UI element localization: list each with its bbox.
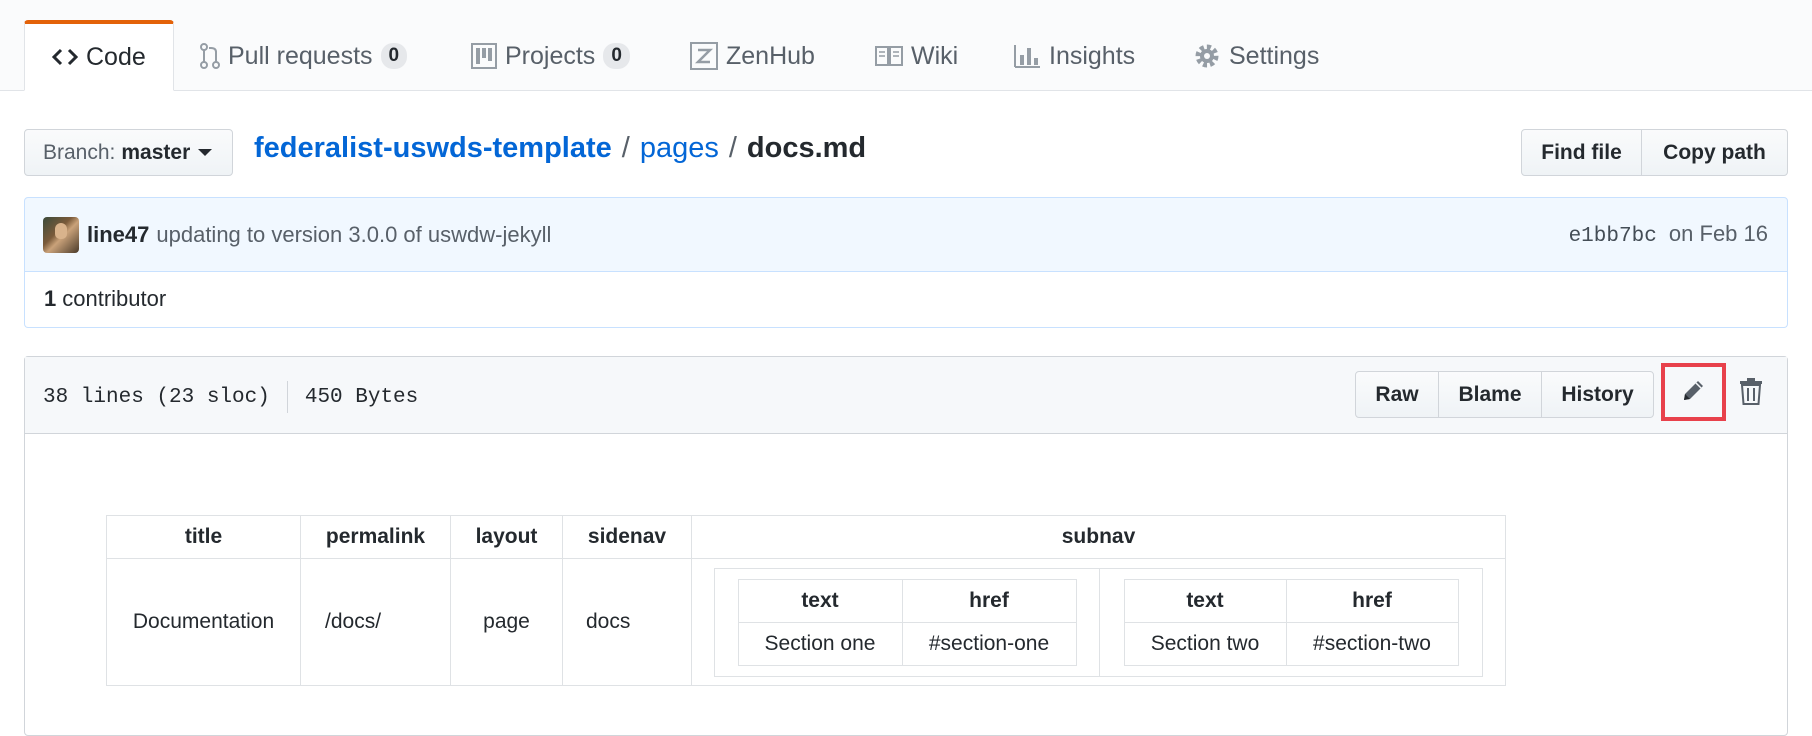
table-cell: Section one <box>737 621 903 666</box>
commit-meta: e1bb7bc on Feb 16 <box>1569 221 1768 248</box>
branch-value: master <box>121 140 191 164</box>
contributor-label: contributor <box>62 286 167 311</box>
subnav-item: text href Section one #section-one <box>715 569 1099 676</box>
tab-label: Projects <box>505 41 596 70</box>
commit-tease: line47 updating to version 3.0.0 of uswd… <box>24 197 1788 272</box>
breadcrumb-dir-link[interactable]: pages <box>640 132 719 164</box>
pencil-icon <box>1681 377 1707 408</box>
column-header: href <box>1285 578 1459 623</box>
subnav-item: text href Section two #section-two <box>1099 568 1482 676</box>
file-info: 38 lines (23 sloc) 450 Bytes <box>43 381 418 413</box>
edit-file-button[interactable] <box>1661 363 1726 421</box>
project-icon <box>471 43 497 69</box>
column-header: sidenav <box>562 515 692 559</box>
tab-pull-requests[interactable]: Pull requests 0 <box>200 22 408 90</box>
gear-icon <box>1193 42 1221 70</box>
breadcrumb-separator: / <box>728 132 737 164</box>
blame-button[interactable]: Blame <box>1438 371 1542 418</box>
avatar[interactable] <box>43 216 79 253</box>
column-header: text <box>737 578 903 623</box>
tab-zenhub[interactable]: ZenHub <box>690 22 815 90</box>
delete-file-button[interactable] <box>1735 375 1767 411</box>
table-row: Section one #section-one <box>737 621 1077 666</box>
breadcrumb: federalist-uswds-template / pages / docs.md <box>254 132 866 165</box>
code-icon <box>52 47 78 67</box>
commit-author[interactable]: line47 <box>87 222 149 248</box>
front-matter-table: title permalink layout sidenav subnav Do… <box>106 515 1506 686</box>
projects-count: 0 <box>603 43 630 69</box>
commit-sha[interactable]: e1bb7bc <box>1569 225 1657 248</box>
table-header-row: title permalink layout sidenav subnav <box>106 515 1506 559</box>
zenhub-icon <box>690 42 718 70</box>
history-button[interactable]: History <box>1541 371 1654 418</box>
breadcrumb-separator: / <box>621 132 630 164</box>
caret-down-icon <box>198 149 213 156</box>
branch-select-button[interactable]: Branch: master <box>24 129 233 176</box>
table-cell: Documentation <box>106 558 301 686</box>
subnav-cell: text href Section one #section-one text … <box>691 558 1506 686</box>
pull-requests-count: 0 <box>380 43 408 69</box>
tab-code[interactable]: Code <box>24 20 174 91</box>
subnav-tables: text href Section one #section-one text … <box>714 567 1483 677</box>
table-cell: #section-one <box>901 621 1077 666</box>
commit-message[interactable]: updating to version 3.0.0 of uswdw-jekyl… <box>156 222 551 248</box>
copy-path-button[interactable]: Copy path <box>1641 129 1788 176</box>
find-file-button[interactable]: Find file <box>1521 129 1642 176</box>
tab-label: Insights <box>1049 41 1136 70</box>
branch-label: Branch: <box>43 140 116 164</box>
repo-nav: Code Pull requests 0 Projects 0 ZenHub W… <box>0 0 1812 91</box>
table-cell: /docs/ <box>300 558 451 686</box>
file-size: 450 Bytes <box>304 385 419 409</box>
column-header: layout <box>450 515 563 559</box>
breadcrumb-file: docs.md <box>746 132 867 164</box>
table-cell: docs <box>562 558 692 686</box>
tab-wiki[interactable]: Wiki <box>875 22 958 90</box>
tab-settings[interactable]: Settings <box>1193 22 1319 90</box>
table-row: Documentation /docs/ page docs text href… <box>106 558 1506 686</box>
raw-button[interactable]: Raw <box>1355 371 1439 418</box>
table-cell: page <box>450 558 563 686</box>
breadcrumb-repo-link[interactable]: federalist-uswds-template <box>254 132 612 164</box>
column-header: permalink <box>300 515 451 559</box>
tab-label: Settings <box>1229 41 1320 70</box>
contributor-count: 1 <box>44 286 57 311</box>
tab-insights[interactable]: Insights <box>1013 22 1135 90</box>
table-cell: Section two <box>1123 621 1287 666</box>
table-row: Section two #section-two <box>1123 621 1459 666</box>
contributors-summary[interactable]: 1 contributor <box>24 271 1788 328</box>
subnav-table: text href Section one #section-one <box>737 578 1077 666</box>
tab-label: Wiki <box>911 41 959 70</box>
tab-label: ZenHub <box>726 41 815 70</box>
column-header: title <box>106 515 301 559</box>
column-header: subnav <box>691 515 1506 559</box>
tab-label: Code <box>86 42 146 71</box>
tab-projects[interactable]: Projects 0 <box>471 22 630 90</box>
tab-label: Pull requests <box>228 41 373 70</box>
table-cell: #section-two <box>1285 621 1459 666</box>
column-header: href <box>901 578 1077 623</box>
file-lines: 38 lines (23 sloc) <box>43 385 270 409</box>
divider <box>286 381 288 413</box>
file-header: 38 lines (23 sloc) 450 Bytes Raw Blame H… <box>25 357 1787 434</box>
trashcan-icon <box>1739 377 1763 410</box>
subnav-table: text href Section two #section-two <box>1123 578 1459 666</box>
column-header: text <box>1123 578 1287 623</box>
graph-icon <box>1013 43 1041 69</box>
commit-date: on Feb 16 <box>1668 221 1768 246</box>
book-icon <box>875 45 903 67</box>
git-pull-request-icon <box>200 43 220 69</box>
file-nav-button-group: Find file Copy path <box>1521 129 1788 176</box>
file-actions-button-group: Raw Blame History <box>1355 371 1654 418</box>
